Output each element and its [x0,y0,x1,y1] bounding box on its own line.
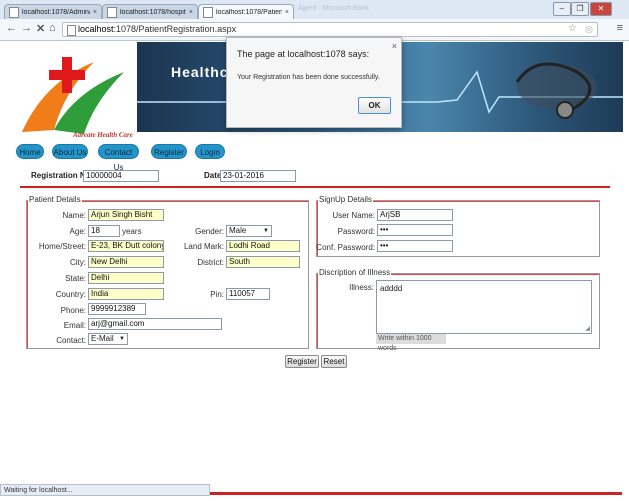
tab-label: localhost:1078/PatientRe [216,8,282,16]
menu-icon[interactable]: ≡ [617,22,623,34]
status-bar: Waiting for localhost... [0,484,210,496]
close-icon[interactable]: × [93,9,97,16]
nav-register[interactable]: Register [151,144,187,159]
district-field[interactable]: South [226,256,300,268]
pin-label: Pin: [210,290,224,299]
restore-icon[interactable]: ❐ [571,2,589,16]
ok-button[interactable]: OK [358,97,391,114]
nav-home[interactable]: Home [16,144,44,159]
reset-button[interactable]: Reset [321,355,347,368]
register-button[interactable]: Register [285,355,319,368]
confirm-password-label: Conf. Password: [316,243,375,252]
alert-message: Your Registration has been done successf… [237,74,380,81]
signup-details-legend: SignUp Details [318,195,373,204]
url-host: localhost [78,24,114,34]
divider-line [20,186,610,188]
chevron-down-icon: ▼ [263,228,269,234]
patient-details-legend: Patient Details [28,195,82,204]
phone-label: Phone: [60,306,86,315]
page-icon [107,6,117,18]
home-street-field[interactable]: E-23, BK Dutt colony [88,240,164,252]
tab-admin[interactable]: localhost:1078/Admin/Ma × [4,4,102,19]
page-icon [9,6,19,18]
email-label: Email: [63,321,86,330]
url-text: localhost:1078/PatientRegistration.aspx [78,24,236,34]
tab-hospital[interactable]: localhost:1078/hospital_c × [102,4,198,19]
phone-field[interactable]: 9999912389 [88,303,146,315]
home-icon[interactable]: ⌂ [49,22,56,34]
forward-icon[interactable]: → [21,22,32,34]
district-label: District: [197,258,224,267]
contact-value: E-Mail [91,334,114,343]
nav-about-us[interactable]: About Us [52,144,88,159]
alert-title: The page at localhost:1078 says: [237,49,370,59]
chevron-down-icon: ▼ [119,336,125,342]
minimize-icon[interactable]: – [553,2,571,16]
state-field[interactable]: Delhi [88,272,164,284]
home-street-label: Home/Street: [38,242,86,251]
bookmark-star-icon[interactable]: ☆ [568,23,577,34]
page-icon [67,25,76,36]
pin-field[interactable]: 110057 [226,288,270,300]
reg-no-field[interactable]: 10000004 [83,170,159,182]
logo-caption: Aareate Health Care [73,131,133,139]
stop-icon[interactable]: ✕ [36,22,45,35]
country-label: Country: [55,290,86,299]
nav-contact-us[interactable]: Contact Us [98,144,139,172]
age-unit: years [122,227,142,236]
page-icon [203,6,213,18]
illness-label: Illness: [349,283,374,292]
contact-label: Contact: [56,336,86,345]
back-icon[interactable]: ← [6,22,17,34]
tab-label: localhost:1078/Admin/Ma [22,8,90,16]
username-field[interactable]: ArjSB [377,209,453,221]
password-label: Password: [337,227,375,236]
name-label: Name: [62,211,86,220]
word-limit-hint: Write within 1000 words [376,334,446,352]
email-field[interactable]: arj@gmail.com [88,318,222,330]
landmark-label: Land Mark: [183,242,224,251]
window-close-icon[interactable]: ✕ [590,2,612,16]
city-field[interactable]: New Delhi [88,256,164,268]
nav-login[interactable]: Login [195,144,225,159]
logo [22,57,124,134]
age-field[interactable]: 18 [88,225,120,237]
close-icon[interactable]: × [285,9,289,16]
date-field[interactable]: 23-01-2016 [220,170,296,182]
city-label: City: [70,258,86,267]
new-tab-area[interactable]: Agent · Microsoft Bank [298,5,388,18]
extension-icon[interactable]: ◎ [585,24,593,35]
country-field[interactable]: India [88,288,164,300]
alert-dialog: The page at localhost:1078 says: × Your … [226,37,402,128]
landmark-field[interactable]: Lodhi Road [226,240,300,252]
resize-grip-icon[interactable]: ◢ [585,325,590,332]
state-label: State: [65,274,86,283]
name-field[interactable]: Arjun Singh Bisht [88,209,164,221]
contact-select[interactable]: E-Mail ▼ [88,333,128,345]
gender-value: Male [229,226,247,235]
confirm-password-field[interactable]: ••• [377,240,453,252]
illness-text: adddd [380,284,403,293]
tab-patient-registration[interactable]: localhost:1078/PatientRe × [198,4,294,19]
tab-strip: localhost:1078/Admin/Ma × localhost:1078… [0,0,629,19]
password-field[interactable]: ••• [377,224,453,236]
url-path: :1078/PatientRegistration.aspx [113,24,237,34]
username-label: User Name: [332,211,375,220]
address-bar[interactable]: localhost:1078/PatientRegistration.aspx … [62,22,598,37]
tab-label: localhost:1078/hospital_c [120,8,186,16]
gender-label: Gender: [195,227,224,236]
illness-legend: Discription of Illness [318,268,392,277]
age-label: Age: [69,227,86,236]
gender-select[interactable]: Male ▼ [226,225,272,237]
close-icon[interactable]: × [392,41,397,51]
browser-chrome: localhost:1078/Admin/Ma × localhost:1078… [0,0,629,41]
close-icon[interactable]: × [189,9,193,16]
illness-textarea[interactable]: adddd ◢ [376,280,592,334]
